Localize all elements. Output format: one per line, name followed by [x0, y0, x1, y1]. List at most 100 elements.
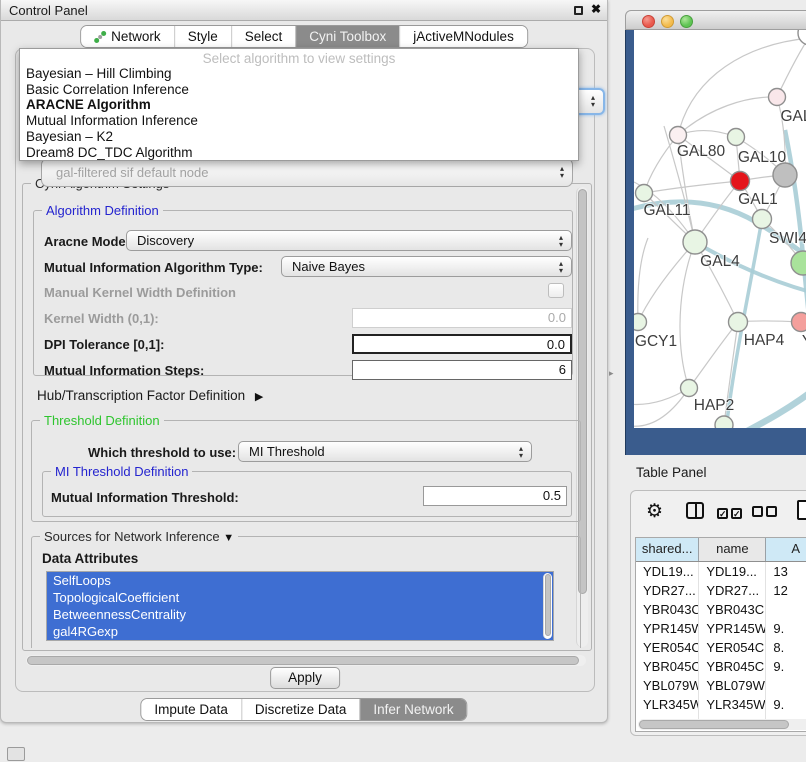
- split-columns-icon[interactable]: [686, 502, 704, 519]
- algorithm-option[interactable]: Bayesian – Hill Climbing: [20, 66, 578, 82]
- manual-kernel-checkbox[interactable]: [548, 283, 564, 298]
- data-attribute-item[interactable]: SelfLoops: [47, 572, 553, 589]
- network-canvas[interactable]: GALGAL80GAL10GAL1GAL11SWI4GAL4GCY1HAP4YH…: [634, 30, 806, 428]
- chevron-down-icon[interactable]: ▼: [223, 532, 234, 544]
- network-node-gal80[interactable]: [670, 127, 687, 144]
- table-row[interactable]: YBR043C YBR043C: [636, 600, 806, 619]
- cell-name[interactable]: YBR043C: [699, 600, 766, 619]
- cell-shared-name[interactable]: YDR27...: [636, 581, 699, 600]
- network-node[interactable]: [773, 163, 797, 187]
- table-row[interactable]: YBL079W YBL079W: [636, 676, 806, 695]
- close-icon[interactable]: [591, 2, 601, 16]
- scrollbar-thumb[interactable]: [578, 189, 587, 594]
- gear-icon[interactable]: ⚙: [646, 502, 663, 522]
- data-attribute-item[interactable]: gal4RGexp: [47, 623, 553, 640]
- cell-name[interactable]: YBR045C: [699, 657, 766, 676]
- scrollbar-thumb[interactable]: [545, 574, 551, 636]
- tab-cyni-toolbox[interactable]: Cyni Toolbox: [295, 26, 399, 47]
- cell-name[interactable]: YDL19...: [699, 562, 766, 581]
- cell-value[interactable]: 12: [766, 581, 806, 600]
- tab-discretize-data[interactable]: Discretize Data: [241, 699, 360, 720]
- deselect-all-icon[interactable]: [752, 505, 780, 520]
- network-node-gal4[interactable]: [683, 230, 707, 254]
- cell-shared-name[interactable]: YDL19...: [636, 562, 699, 581]
- which-threshold-combo[interactable]: MI Threshold: [238, 441, 532, 462]
- mi-algorithm-type-combo[interactable]: Naive Bayes: [281, 256, 572, 277]
- data-attribute-item[interactable]: BetweennessCentrality: [47, 606, 553, 623]
- zoom-traffic-light-icon[interactable]: [680, 15, 693, 28]
- cell-value[interactable]: 9.: [766, 619, 806, 638]
- minimize-traffic-light-icon[interactable]: [661, 15, 674, 28]
- float-window-icon[interactable]: [574, 6, 583, 15]
- cell-name[interactable]: YLR345W: [699, 695, 766, 714]
- network-window-titlebar[interactable]: [625, 10, 806, 30]
- column-header-shared-name[interactable]: shared...: [636, 538, 699, 561]
- network-node[interactable]: [798, 30, 806, 45]
- cell-shared-name[interactable]: YBL079W: [636, 676, 699, 695]
- hub-definition-toggle[interactable]: Hub/Transcription Factor Definition ▶: [37, 388, 263, 403]
- tab-infer-network[interactable]: Infer Network: [359, 699, 466, 720]
- network-node-gal10[interactable]: [728, 129, 745, 146]
- attribute-list-scrollbar[interactable]: [543, 573, 552, 639]
- scrollbar-thumb[interactable]: [639, 720, 789, 729]
- cell-name[interactable]: YPR145W: [699, 619, 766, 638]
- network-node-hap4[interactable]: [729, 313, 748, 332]
- network-node-y[interactable]: [792, 313, 806, 332]
- tab-select[interactable]: Select: [231, 26, 296, 47]
- network-node[interactable]: [715, 416, 733, 428]
- table-row[interactable]: YBR045C YBR045C 9.: [636, 657, 806, 676]
- table-horizontal-scrollbar[interactable]: [638, 719, 806, 730]
- network-node-swi4[interactable]: [753, 210, 772, 229]
- table-row[interactable]: YLR345W YLR345W 9.: [636, 695, 806, 714]
- tab-jactivemnodules[interactable]: jActiveMNodules: [399, 26, 527, 47]
- cell-name[interactable]: YDR27...: [699, 581, 766, 600]
- data-attributes-list[interactable]: SelfLoopsTopologicalCoefficientBetweenne…: [46, 571, 554, 641]
- table-row[interactable]: YER054C YER054C 8.: [636, 638, 806, 657]
- cell-name[interactable]: YER054C: [699, 638, 766, 657]
- settings-horizontal-scrollbar[interactable]: [26, 655, 586, 666]
- table-row[interactable]: YDR27... YDR27... 12: [636, 581, 806, 600]
- apply-button[interactable]: Apply: [270, 667, 340, 689]
- network-node-gal11[interactable]: [636, 185, 653, 202]
- scrollbar-thumb[interactable]: [27, 656, 579, 665]
- mi-threshold-field[interactable]: 0.5: [423, 486, 567, 506]
- algorithm-option[interactable]: Bayesian – K2: [20, 129, 578, 145]
- cell-value[interactable]: [766, 600, 806, 619]
- tab-network[interactable]: Network: [81, 26, 174, 47]
- cell-value[interactable]: 9.: [766, 657, 806, 676]
- algorithm-option[interactable]: Dream8 DC_TDC Algorithm: [20, 145, 578, 161]
- kernel-width-field[interactable]: 0.0: [352, 308, 572, 328]
- mi-steps-field[interactable]: 6: [352, 360, 572, 380]
- network-node[interactable]: [791, 251, 806, 275]
- tab-impute-data[interactable]: Impute Data: [141, 699, 241, 720]
- algorithm-option[interactable]: Mutual Information Inference: [20, 113, 578, 129]
- table-row[interactable]: YDL19... YDL19... 13: [636, 562, 806, 581]
- cell-shared-name[interactable]: YER054C: [636, 638, 699, 657]
- column-header-a[interactable]: A: [766, 538, 806, 561]
- close-traffic-light-icon[interactable]: [642, 15, 655, 28]
- cell-value[interactable]: 9.: [766, 695, 806, 714]
- cell-shared-name[interactable]: YBR045C: [636, 657, 699, 676]
- cell-shared-name[interactable]: YLR345W: [636, 695, 699, 714]
- collapsed-panel-icon[interactable]: [7, 747, 25, 761]
- network-node-gcy1[interactable]: [634, 314, 647, 331]
- cell-shared-name[interactable]: YBR043C: [636, 600, 699, 619]
- cell-shared-name[interactable]: YPR145W: [636, 619, 699, 638]
- file-icon[interactable]: [797, 500, 806, 520]
- cell-name[interactable]: YBL079W: [699, 676, 766, 695]
- cell-value[interactable]: 8.: [766, 638, 806, 657]
- table-row[interactable]: YPR145W YPR145W 9.: [636, 619, 806, 638]
- data-attribute-item[interactable]: TopologicalCoefficient: [47, 589, 553, 606]
- network-selector-combo[interactable]: gal-filtered sif default node: [41, 158, 573, 187]
- dpi-tolerance-field[interactable]: 0.0: [352, 334, 572, 354]
- network-node-gal1[interactable]: [731, 172, 750, 191]
- cell-value[interactable]: [766, 676, 806, 695]
- tab-style[interactable]: Style: [174, 26, 231, 47]
- select-all-icon[interactable]: [717, 505, 745, 520]
- splitter-handle[interactable]: ▸: [609, 368, 614, 379]
- aracne-mode-combo[interactable]: Discovery: [126, 230, 572, 251]
- network-node-hap2[interactable]: [681, 380, 698, 397]
- column-header-name[interactable]: name: [699, 538, 766, 561]
- algorithm-option[interactable]: Basic Correlation Inference: [20, 82, 578, 98]
- algorithm-option-selected[interactable]: ARACNE Algorithm: [20, 97, 578, 113]
